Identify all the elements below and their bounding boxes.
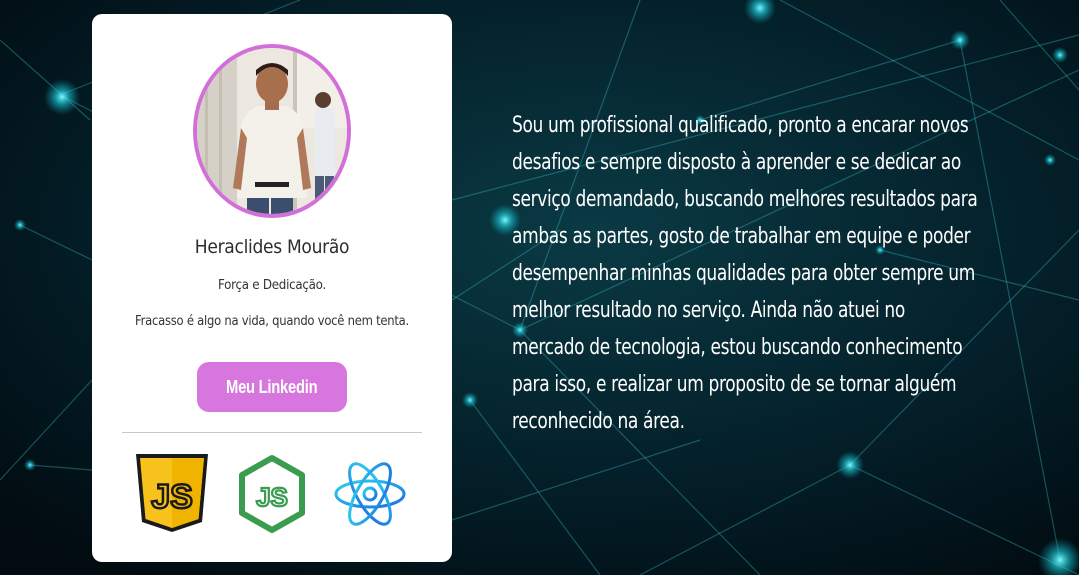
svg-text:JS: JS bbox=[151, 478, 193, 516]
profile-card: Heraclides Mourão Força e Dedicação. Fra… bbox=[92, 14, 452, 562]
profile-tagline: Força e Dedicação. bbox=[218, 277, 326, 293]
linkedin-button[interactable]: Meu Linkedin bbox=[197, 362, 347, 412]
linkedin-button-label: Meu Linkedin bbox=[226, 377, 318, 397]
profile-photo bbox=[193, 44, 351, 218]
javascript-icon: JS bbox=[134, 452, 210, 536]
bio-section: Sou um profissional qualificado, pronto … bbox=[512, 107, 982, 440]
profile-name: Heraclides Mourão bbox=[194, 236, 350, 258]
divider bbox=[122, 432, 422, 433]
svg-text:JS: JS bbox=[256, 482, 288, 512]
profile-quote: Fracasso é algo na vida, quando você nem… bbox=[135, 313, 409, 329]
bio-text: Sou um profissional qualificado, pronto … bbox=[512, 113, 978, 434]
react-icon bbox=[332, 452, 408, 536]
nodejs-icon: JS bbox=[234, 452, 310, 536]
